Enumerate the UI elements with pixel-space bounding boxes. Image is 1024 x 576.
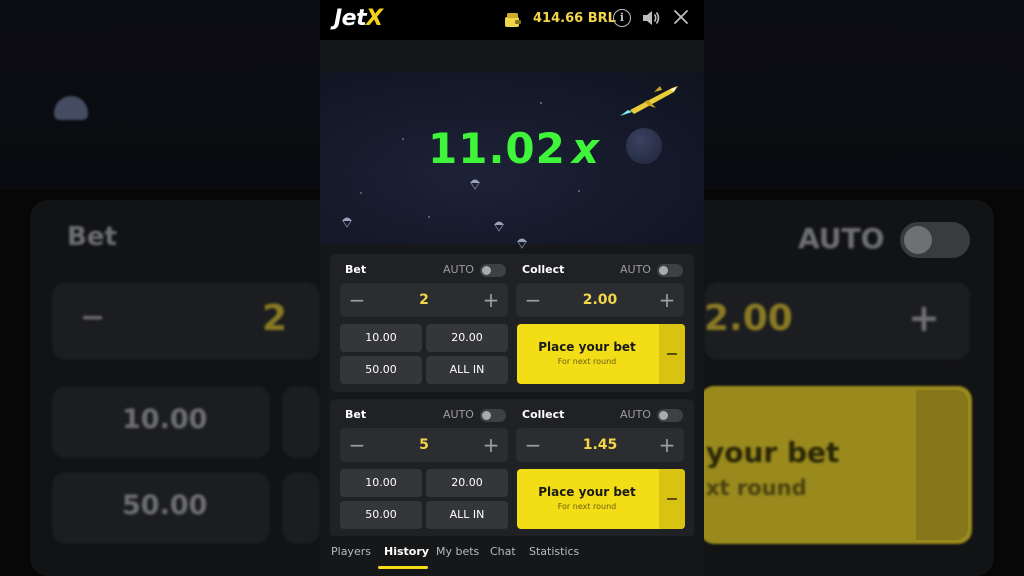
- tab-my-bets[interactable]: My bets: [436, 545, 479, 558]
- stake-stepper: − 2 +: [340, 283, 508, 317]
- bet-auto-toggle[interactable]: [480, 264, 506, 277]
- bottom-tabs: Players History My bets Chat Statistics: [320, 536, 704, 576]
- wallet-icon: [505, 13, 521, 27]
- balance-display: 414.66 BRL: [533, 11, 616, 26]
- bet-panel-1: Bet AUTO Collect AUTO − 2 + − 2.00 + 10.…: [330, 254, 694, 392]
- planet: [626, 128, 662, 164]
- star: [578, 190, 580, 192]
- active-tab-indicator: [378, 566, 428, 569]
- collect-auto-label: AUTO: [620, 263, 651, 276]
- quick-bet-20-button[interactable]: 20.00: [426, 324, 508, 352]
- tab-history[interactable]: History: [384, 545, 429, 558]
- bet-panel-2: Bet AUTO Collect AUTO − 5 + − 1.45 + 10.…: [330, 399, 694, 537]
- place-bet-button[interactable]: Place your bet For next round: [517, 469, 685, 529]
- multiplier-display: 11.02 x: [428, 124, 600, 173]
- collect-label: Collect: [522, 408, 565, 421]
- game-screen: JetX 414.66 BRL i 11.02 x Bet AUTO Colle…: [320, 0, 704, 576]
- bet-label: Bet: [345, 263, 367, 276]
- stake-stepper: − 5 +: [340, 428, 508, 462]
- place-bet-button[interactable]: Place your bet For next round: [517, 324, 685, 384]
- star: [360, 192, 362, 194]
- backdrop-place-side: [916, 390, 968, 540]
- multiplier-value: 11.02: [428, 124, 566, 173]
- collect-stepper: − 1.45 +: [516, 428, 684, 462]
- logo-main: Jet: [334, 6, 367, 31]
- info-icon[interactable]: i: [613, 9, 631, 27]
- backdrop-bet-label: Bet: [67, 222, 117, 252]
- all-in-button[interactable]: ALL IN: [426, 501, 508, 529]
- parachute-icon: [470, 179, 480, 190]
- collect-stepper: − 2.00 +: [516, 283, 684, 317]
- star: [428, 216, 430, 218]
- place-bet-label: Place your bet: [538, 485, 636, 499]
- backdrop-chip-b-label: 50.00: [122, 490, 208, 521]
- collect-label: Collect: [522, 263, 565, 276]
- collect-increase-button[interactable]: +: [652, 428, 682, 462]
- jet-icon: [620, 86, 678, 116]
- game-area: 11.02 x: [320, 72, 704, 249]
- parachute-icon: [342, 217, 352, 228]
- place-bet-sublabel: For next round: [557, 502, 617, 511]
- logo-accent: X: [366, 6, 383, 31]
- collect-auto-toggle[interactable]: [657, 264, 683, 277]
- collect-value[interactable]: 2.00: [546, 283, 654, 317]
- backdrop-place-main: your bet: [706, 436, 840, 469]
- backdrop-collect-value: 2.00: [704, 298, 793, 339]
- collect-auto-toggle[interactable]: [657, 409, 683, 422]
- close-icon[interactable]: [672, 8, 690, 26]
- stake-decrease-button[interactable]: −: [342, 283, 372, 317]
- remove-bet-button[interactable]: [659, 469, 685, 529]
- quick-bet-50-button[interactable]: 50.00: [340, 501, 422, 529]
- bet-label: Bet: [345, 408, 367, 421]
- stake-value[interactable]: 5: [370, 428, 478, 462]
- star: [540, 102, 542, 104]
- sound-icon[interactable]: [641, 9, 661, 27]
- stake-value[interactable]: 2: [370, 283, 478, 317]
- parachute-icon: [517, 238, 527, 249]
- quick-bet-10-button[interactable]: 10.00: [340, 469, 422, 497]
- backdrop-place-sub: xt round: [706, 476, 807, 500]
- all-in-button[interactable]: ALL IN: [426, 356, 508, 384]
- backdrop-auto-label: AUTO: [798, 222, 885, 255]
- tab-chat[interactable]: Chat: [490, 545, 516, 558]
- place-bet-sublabel: For next round: [557, 357, 617, 366]
- tab-players[interactable]: Players: [331, 545, 371, 558]
- backdrop-chip-c: [282, 386, 320, 458]
- jetx-logo: JetX: [334, 6, 383, 31]
- star: [402, 138, 404, 140]
- stake-increase-button[interactable]: +: [476, 428, 506, 462]
- backdrop-minus: −: [80, 300, 106, 335]
- bet-auto-label: AUTO: [443, 408, 474, 421]
- backdrop-toggle: [900, 222, 970, 258]
- collect-increase-button[interactable]: +: [652, 283, 682, 317]
- backdrop-chip-a-label: 10.00: [122, 404, 208, 435]
- quick-bet-10-button[interactable]: 10.00: [340, 324, 422, 352]
- backdrop-plus: +: [908, 296, 940, 340]
- collect-decrease-button[interactable]: −: [518, 283, 548, 317]
- top-bar: JetX 414.66 BRL i: [320, 0, 704, 40]
- stake-decrease-button[interactable]: −: [342, 428, 372, 462]
- parachute-icon: [494, 221, 504, 232]
- backdrop-chip-d: [282, 472, 320, 544]
- backdrop-stake: 2: [262, 298, 288, 339]
- quick-bet-20-button[interactable]: 20.00: [426, 469, 508, 497]
- collect-value[interactable]: 1.45: [546, 428, 654, 462]
- tab-statistics[interactable]: Statistics: [529, 545, 579, 558]
- remove-bet-button[interactable]: [659, 324, 685, 384]
- bet-auto-toggle[interactable]: [480, 409, 506, 422]
- place-bet-label: Place your bet: [538, 340, 636, 354]
- collect-decrease-button[interactable]: −: [518, 428, 548, 462]
- multiplier-suffix: x: [571, 124, 600, 173]
- bet-auto-label: AUTO: [443, 263, 474, 276]
- quick-bet-50-button[interactable]: 50.00: [340, 356, 422, 384]
- collect-auto-label: AUTO: [620, 408, 651, 421]
- stake-increase-button[interactable]: +: [476, 283, 506, 317]
